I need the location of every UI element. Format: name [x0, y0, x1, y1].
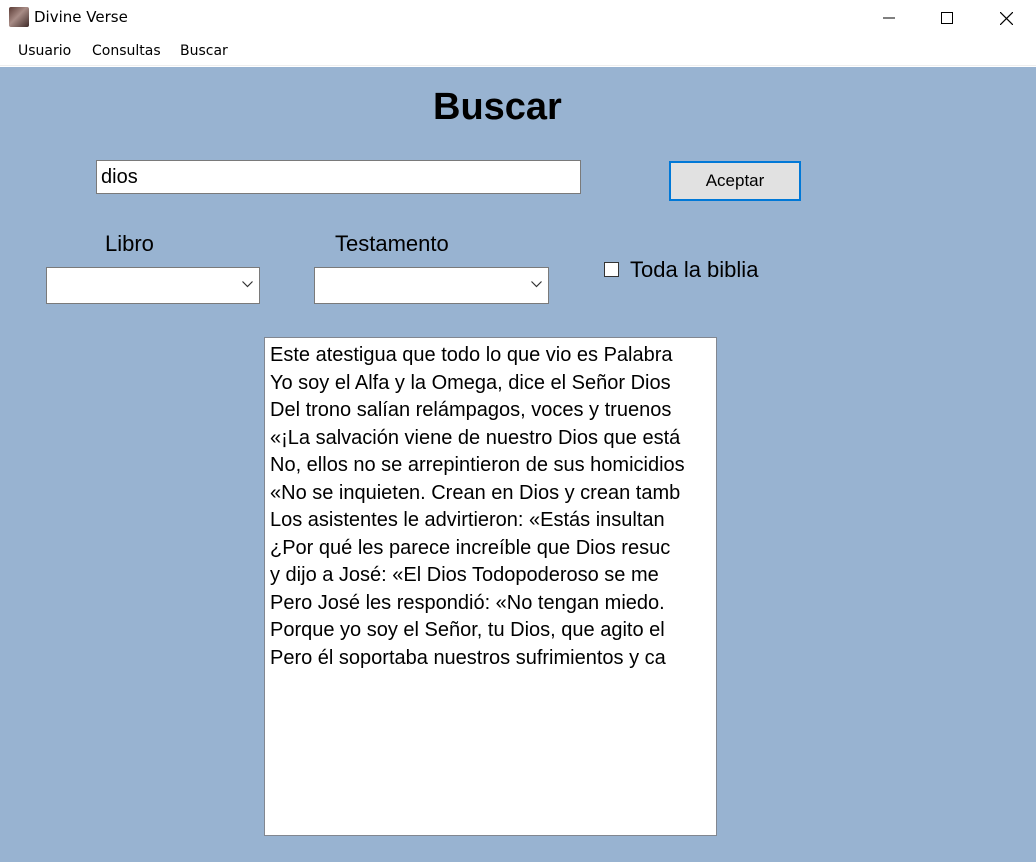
- minimize-icon: [883, 17, 895, 19]
- menu-buscar[interactable]: Buscar: [180, 43, 228, 59]
- result-item[interactable]: Yo soy el Alfa y la Omega, dice el Señor…: [270, 370, 712, 398]
- results-listbox[interactable]: Este atestigua que todo lo que vio es Pa…: [264, 337, 717, 836]
- page-title: Buscar: [433, 86, 562, 128]
- minimize-button[interactable]: [860, 0, 918, 36]
- libro-dropdown[interactable]: [46, 267, 260, 304]
- result-item[interactable]: Pero José les respondió: «No tengan mied…: [270, 590, 712, 618]
- libro-label: Libro: [105, 231, 154, 256]
- chevron-down-icon: [531, 281, 542, 288]
- title-bar: Divine Verse: [0, 0, 1036, 36]
- result-item[interactable]: y dijo a José: «El Dios Todopoderoso se …: [270, 562, 712, 590]
- result-item[interactable]: Este atestigua que todo lo que vio es Pa…: [270, 342, 712, 370]
- result-item[interactable]: Porque yo soy el Señor, tu Dios, que agi…: [270, 617, 712, 645]
- window-title: Divine Verse: [34, 8, 128, 26]
- result-item[interactable]: Los asistentes le advirtieron: «Estás in…: [270, 507, 712, 535]
- result-item[interactable]: Pero él soportaba nuestros sufrimientos …: [270, 645, 712, 673]
- accept-button[interactable]: Aceptar: [669, 161, 801, 201]
- close-icon: [999, 11, 1013, 25]
- result-item[interactable]: No, ellos no se arrepintieron de sus hom…: [270, 452, 712, 480]
- maximize-icon: [941, 12, 953, 24]
- result-item[interactable]: «¡La salvación viene de nuestro Dios que…: [270, 425, 712, 453]
- result-item[interactable]: Del trono salían relámpagos, voces y tru…: [270, 397, 712, 425]
- result-item[interactable]: «No se inquieten. Crean en Dios y crean …: [270, 480, 712, 508]
- all-bible-checkbox[interactable]: [604, 262, 619, 277]
- testamento-dropdown[interactable]: [314, 267, 549, 304]
- menu-usuario[interactable]: Usuario: [18, 43, 71, 59]
- testamento-label: Testamento: [335, 231, 449, 256]
- maximize-button[interactable]: [918, 0, 976, 36]
- menu-consultas[interactable]: Consultas: [92, 43, 161, 59]
- chevron-down-icon: [242, 281, 253, 288]
- all-bible-label[interactable]: Toda la biblia: [630, 257, 758, 283]
- app-icon: [9, 7, 29, 27]
- results-list: Este atestigua que todo lo que vio es Pa…: [265, 338, 716, 672]
- result-item[interactable]: ¿Por qué les parece increíble que Dios r…: [270, 535, 712, 563]
- search-input[interactable]: [96, 160, 581, 194]
- menu-bar: Usuario Consultas Buscar: [0, 36, 1036, 66]
- close-button[interactable]: [977, 0, 1035, 36]
